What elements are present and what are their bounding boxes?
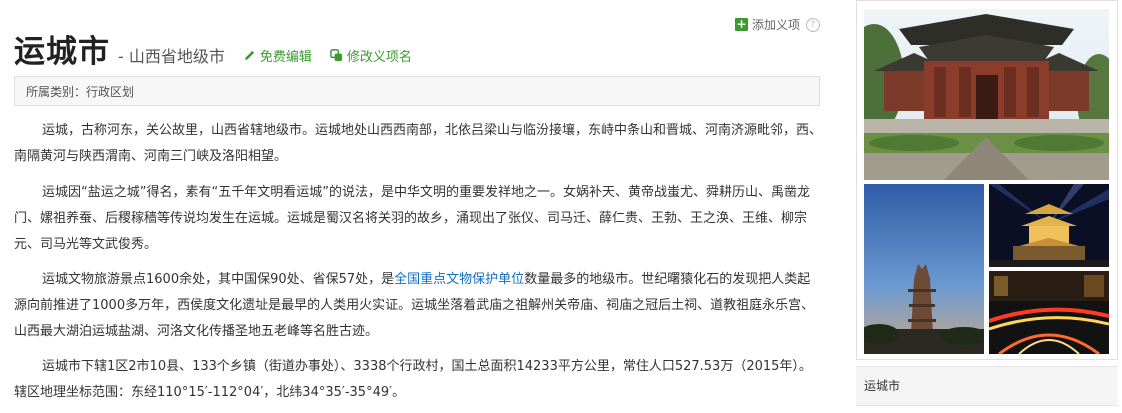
paragraph-administration: 运城市下辖1区2市10县、133个乡镇（街道办事处）、3338个行政村，国土总面… [14,359,812,400]
edit-label: 免费编辑 [259,50,312,65]
pagoda-illustration [864,184,984,354]
heritage-link[interactable]: 全国重点文物保护单位 [394,272,524,287]
main-content: + 添加义项 ? 运城市 - 山西省地级市 免费编辑 修改义项名 所属类别：行政… [14,0,822,413]
copy-icon [330,49,342,62]
album-box[interactable] [856,0,1118,360]
title-row: 运城市 - 山西省地级市 免费编辑 修改义项名 [14,26,412,71]
album-caption[interactable]: 运城市 [856,366,1118,406]
sidebar-album: 运城市 [856,0,1118,413]
modify-sense-label: 修改义项名 [346,50,412,65]
modify-sense-button[interactable]: 修改义项名 [330,46,412,65]
add-sense-label: 添加义项 [751,18,800,32]
night-city-photo[interactable] [989,271,1109,354]
temple-photo[interactable] [864,9,1109,180]
night-tower-photo[interactable] [989,184,1109,267]
pagoda-photo[interactable] [864,184,984,354]
night-city-illustration [989,271,1109,354]
edit-button[interactable]: 免费编辑 [243,46,312,65]
night-tower-illustration [989,184,1109,267]
pencil-icon [244,50,255,61]
paragraph-heritage-text-1: 运城文物旅游景点1600余处，其中国保90处、省保57处，是 [42,272,395,287]
temple-illustration [864,9,1109,180]
plus-icon: + [734,17,748,31]
help-icon[interactable]: ? [806,17,820,32]
category-bar: 所属类别：行政区划 [14,76,820,106]
paragraph-intro: 运城，古称河东，关公故里，山西省辖地级市。运城地处山西西南部，北依吕梁山与临汾接… [14,123,823,164]
page-title: 运城市 [14,34,110,70]
page-subtitle: - 山西省地级市 [118,47,225,66]
paragraph-history: 运城因“盐运之城”得名，素有“五千年文明看运城”的说法，是中华文明的重要发祥地之… [14,185,810,252]
paragraph-heritage: 运城文物旅游景点1600余处，其中国保90处、省保57处，是全国重点文物保护单位… [14,267,822,345]
add-sense-link[interactable]: + 添加义项 ? [734,16,820,33]
